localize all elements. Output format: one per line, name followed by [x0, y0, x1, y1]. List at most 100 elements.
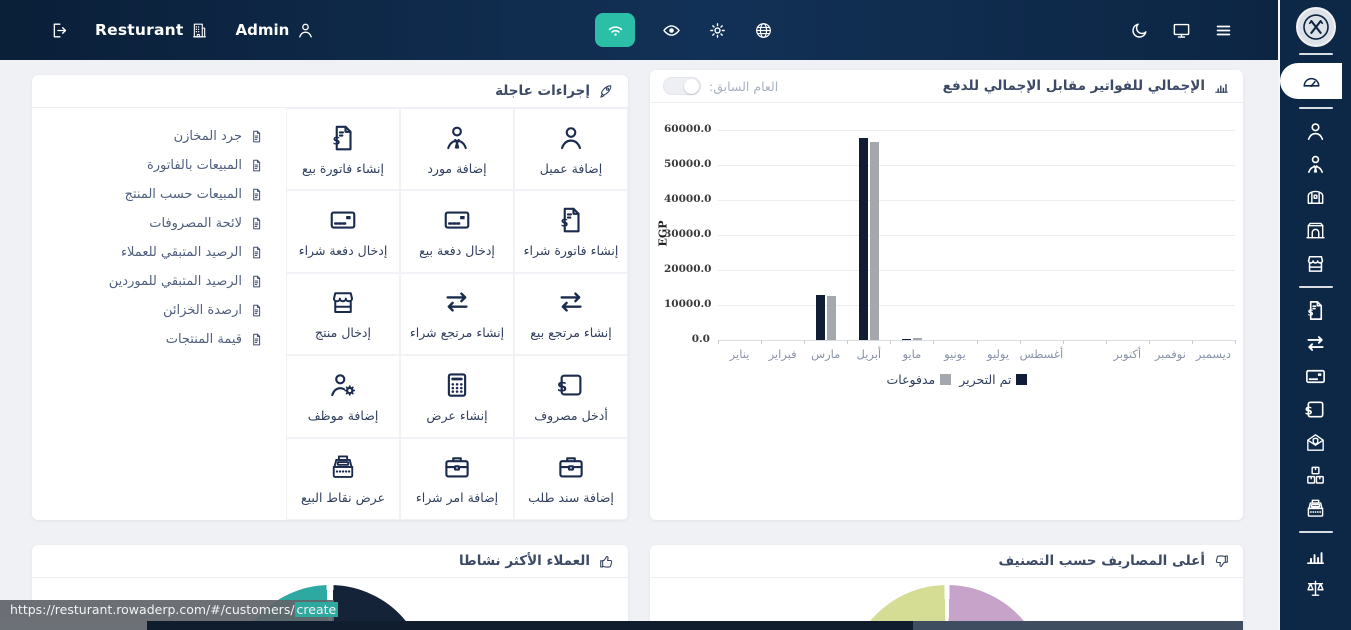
y-axis-tick-label: 30000.0 [664, 228, 710, 240]
sidebar-item-customers[interactable] [1280, 118, 1351, 145]
monitor-icon[interactable] [1172, 21, 1191, 40]
quick-action-tile[interactable]: إضافة سند طلب [514, 438, 628, 520]
quick-action-label: إضافة مورد [427, 161, 486, 176]
sidebar-item-suppliers[interactable] [1280, 151, 1351, 178]
quick-action-tile[interactable]: إنشاء مرتجع بيع [514, 273, 628, 355]
sidebar-item-invoices[interactable]: $ [1280, 297, 1351, 324]
quick-action-label: إضافة موظف [308, 408, 379, 423]
x-axis-tickmark [1063, 340, 1064, 344]
sidebar-item-store[interactable] [1280, 250, 1351, 277]
y-gridline [718, 130, 1235, 131]
quick-action-tile[interactable]: إضافة مورد [400, 108, 514, 190]
document-icon [249, 187, 264, 202]
document-icon [249, 245, 264, 260]
rocket-icon [598, 83, 615, 100]
quick-action-tile[interactable]: إضافة امر شراء [400, 438, 514, 520]
transfer-icon [1304, 332, 1327, 355]
legend-item[interactable]: تم التحرير [959, 372, 1027, 387]
sidebar-item-expenses[interactable]: $ [1280, 396, 1351, 423]
sidebar-item-dashboard[interactable] [1280, 63, 1342, 99]
arch-icon [1304, 219, 1327, 242]
report-link-label: ارصدة الخزائن [163, 303, 242, 318]
quick-action-tile[interactable]: إضافة موظف [286, 355, 400, 437]
y-axis-tick-label: 10000.0 [664, 298, 710, 310]
x-axis-tickmark [977, 340, 978, 344]
x-axis-month-label: أكتوبر [1106, 347, 1149, 361]
x-axis-month-label: نوفمبر [1149, 347, 1192, 361]
sidebar-item-payments[interactable] [1280, 363, 1351, 390]
legend-swatch [940, 374, 951, 385]
quick-action-tile[interactable]: عرض نقاط البيع [286, 438, 400, 520]
globe-icon[interactable] [754, 21, 773, 40]
sidebar-item-treasury[interactable] [1280, 184, 1351, 211]
browser-status-url: https://resturant.rowaderp.com/#/custome… [0, 600, 334, 621]
brand-name: Resturant [95, 21, 183, 39]
legend-item[interactable]: مدفوعات [887, 372, 952, 387]
report-link[interactable]: لائحة المصروفات [149, 211, 264, 236]
document-icon [249, 216, 264, 231]
quick-action-label: إنشاء فاتورة شراء [524, 243, 619, 258]
quick-action-tile[interactable]: إدخال منتج [286, 273, 400, 355]
quick-action-label: إدخال دفعة بيع [419, 243, 495, 258]
money-envelope-icon [1304, 431, 1327, 454]
report-link[interactable]: الرصيد المتبقي للموردين [109, 269, 264, 294]
quick-action-tile[interactable]: $إنشاء فاتورة بيع [286, 108, 400, 190]
x-axis-tickmark [1192, 340, 1193, 344]
connection-status-button[interactable] [595, 13, 635, 47]
active-customers-title: العملاء الأكثر نشاطا [459, 553, 590, 569]
previous-year-toggle[interactable] [663, 77, 701, 95]
active-customers-header: العملاء الأكثر نشاطا [32, 545, 628, 578]
quick-action-tile[interactable]: إنشاء عرض [400, 355, 514, 437]
top-expenses-header: أعلى المصاريف حسب التصنيف [650, 545, 1243, 578]
sidebar-item-products[interactable] [1280, 462, 1351, 489]
sidebar-item-accounting[interactable] [1280, 575, 1351, 602]
report-link[interactable]: المبيعات حسب المنتج [125, 182, 264, 207]
person-gear-icon [328, 370, 358, 400]
brand-group[interactable]: Resturant [95, 21, 209, 40]
user-menu[interactable]: Admin [235, 21, 315, 40]
quick-action-tile[interactable]: إضافة عميل [514, 108, 628, 190]
gear-icon[interactable] [708, 21, 727, 40]
quick-action-tile[interactable]: إدخال دفعة شراء [286, 190, 400, 272]
sidebar-item-warehouses[interactable] [1280, 217, 1351, 244]
sidebar-item-payroll[interactable] [1280, 429, 1351, 456]
quick-action-label: عرض نقاط البيع [301, 490, 385, 505]
document-icon [249, 332, 264, 347]
moon-icon[interactable] [1130, 21, 1149, 40]
x-axis-tickmark [1235, 340, 1236, 344]
y-axis-tick-label: 50000.0 [664, 158, 710, 170]
x-axis-tickmark [804, 340, 805, 344]
user-name: Admin [235, 21, 289, 39]
quick-action-label: إنشاء فاتورة بيع [302, 161, 384, 176]
report-link[interactable]: ارصدة الخزائن [163, 298, 264, 323]
x-axis-tickmark [847, 340, 848, 344]
logout-icon[interactable] [50, 21, 69, 40]
quick-action-tile[interactable]: إدخال دفعة بيع [400, 190, 514, 272]
quick-action-label: إدخال منتج [315, 325, 371, 340]
restaurant-logo[interactable] [1296, 7, 1336, 47]
invoices-bar-chart: 0.010000.020000.030000.040000.050000.060… [650, 103, 1243, 520]
invoice-icon: $ [1304, 299, 1327, 322]
report-link-label: الرصيد المتبقي للعملاء [121, 245, 242, 260]
report-link[interactable]: قيمة المنتجات [166, 327, 264, 352]
quick-action-tile[interactable]: $أدخل مصروف [514, 355, 628, 437]
report-link[interactable]: جرد المخازن [174, 124, 264, 149]
report-link[interactable]: الرصيد المتبقي للعملاء [121, 240, 264, 265]
report-link[interactable]: المبيعات بالفاتورة [147, 153, 264, 178]
sidebar-item-reports[interactable] [1280, 542, 1351, 569]
x-axis-tickmark [1149, 340, 1150, 344]
quick-action-tile[interactable]: $إنشاء فاتورة شراء [514, 190, 628, 272]
y-axis-tick-label: 20000.0 [664, 263, 710, 275]
eye-icon[interactable] [662, 21, 681, 40]
sidebar-item-returns[interactable] [1280, 330, 1351, 357]
quick-action-tile[interactable]: إنشاء مرتجع شراء [400, 273, 514, 355]
bottom-strip-right [913, 621, 1243, 630]
chart-bars-icon [1304, 544, 1327, 567]
sidebar-item-pos[interactable] [1280, 495, 1351, 522]
register-icon [1304, 497, 1327, 520]
register-icon [328, 452, 358, 482]
scales-icon [1304, 577, 1327, 600]
menu-icon[interactable] [1214, 21, 1233, 40]
y-axis-tick-label: 40000.0 [664, 193, 710, 205]
x-axis-tickmark [890, 340, 891, 344]
